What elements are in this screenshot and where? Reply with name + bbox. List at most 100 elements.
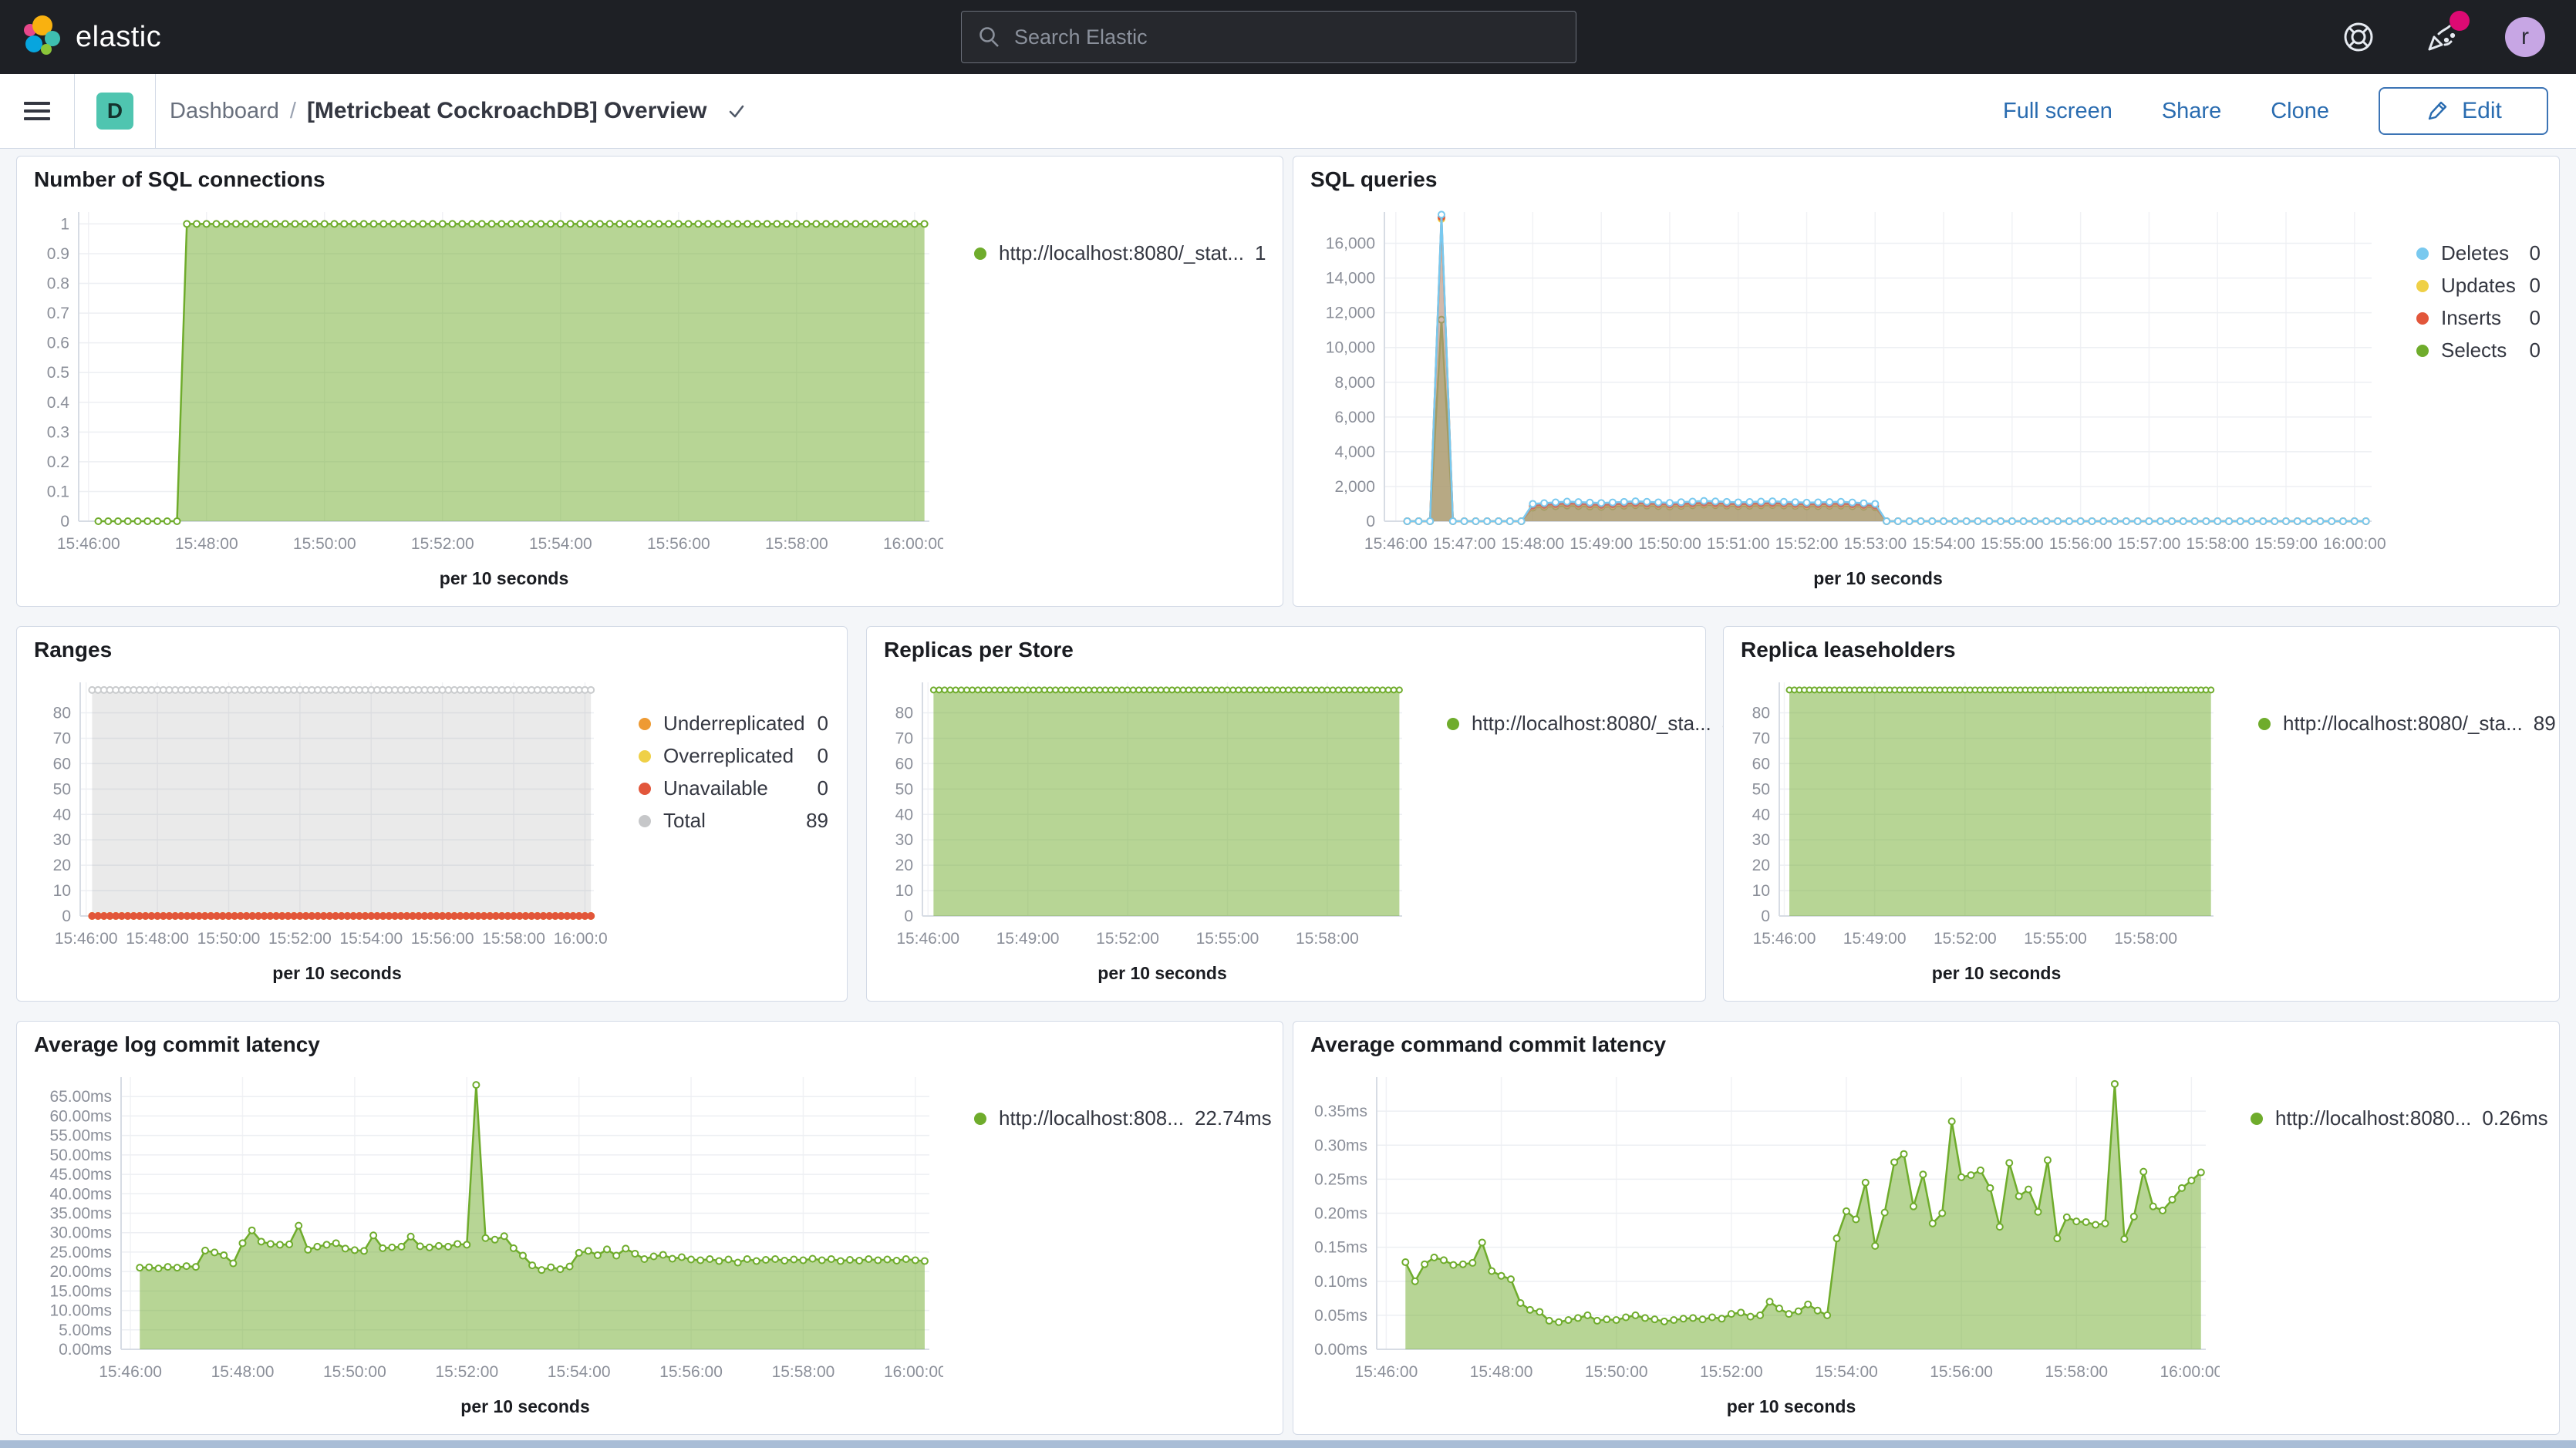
clone-button[interactable]: Clone bbox=[2271, 99, 2329, 124]
svg-text:15:56:00: 15:56:00 bbox=[2049, 535, 2112, 553]
svg-text:30.00ms: 30.00ms bbox=[49, 1224, 112, 1242]
legend-value: 0 bbox=[2530, 306, 2541, 330]
legend-value: 1 bbox=[1255, 241, 1266, 265]
svg-text:15:58:00: 15:58:00 bbox=[1296, 930, 1359, 948]
svg-text:10: 10 bbox=[53, 882, 71, 900]
svg-text:0.35ms: 0.35ms bbox=[1314, 1103, 1367, 1120]
svg-text:15:52:00: 15:52:00 bbox=[1775, 535, 1839, 553]
elastic-logo[interactable]: elastic bbox=[0, 13, 344, 62]
svg-text:15:50:00: 15:50:00 bbox=[1585, 1363, 1648, 1381]
legend-value: 0 bbox=[2530, 338, 2541, 362]
legend-value: 0 bbox=[818, 744, 828, 768]
svg-text:16:00:00: 16:00:00 bbox=[884, 1363, 943, 1381]
svg-text:15:57:00: 15:57:00 bbox=[2118, 535, 2181, 553]
svg-text:per 10 seconds: per 10 seconds bbox=[272, 963, 401, 983]
svg-text:0: 0 bbox=[1761, 908, 1770, 925]
svg-text:15:48:00: 15:48:00 bbox=[175, 535, 238, 553]
replicas-per-store-chart[interactable]: 8070605040302010015:46:0015:49:0015:52:0… bbox=[875, 672, 1416, 993]
horizontal-scrollbar[interactable] bbox=[0, 1440, 2576, 1448]
top-header-bar: elastic r bbox=[0, 0, 2576, 74]
svg-text:40: 40 bbox=[1752, 806, 1770, 823]
legend-value: 0 bbox=[818, 776, 828, 800]
svg-text:40.00ms: 40.00ms bbox=[49, 1185, 112, 1203]
svg-text:10: 10 bbox=[895, 882, 913, 900]
legend-dot bbox=[2416, 248, 2429, 260]
svg-text:16:00:00: 16:00:00 bbox=[2160, 1363, 2220, 1381]
svg-text:per 10 seconds: per 10 seconds bbox=[1932, 963, 2061, 983]
svg-text:15:49:00: 15:49:00 bbox=[1570, 535, 1633, 553]
svg-text:0.25ms: 0.25ms bbox=[1314, 1170, 1367, 1188]
panel-title: Ranges bbox=[34, 638, 112, 662]
svg-text:15:52:00: 15:52:00 bbox=[1096, 930, 1159, 948]
svg-text:5.00ms: 5.00ms bbox=[59, 1322, 112, 1339]
breadcrumb-dashboard[interactable]: Dashboard bbox=[170, 99, 279, 124]
avg-command-commit-latency-chart[interactable]: 0.35ms0.30ms0.25ms0.20ms0.15ms0.10ms0.05… bbox=[1301, 1066, 2220, 1426]
edit-button[interactable]: Edit bbox=[2379, 87, 2548, 135]
svg-text:0.5: 0.5 bbox=[47, 364, 69, 382]
ranges-chart[interactable]: 8070605040302010015:46:0015:48:0015:50:0… bbox=[25, 672, 608, 993]
panel-sql-queries: SQL queries 16,00014,00012,00010,0008,00… bbox=[1293, 156, 2560, 607]
svg-text:30: 30 bbox=[53, 831, 71, 849]
legend-item: Updates0 bbox=[2416, 274, 2541, 298]
help-icon[interactable] bbox=[2338, 17, 2379, 57]
svg-text:15:58:00: 15:58:00 bbox=[2045, 1363, 2108, 1381]
svg-text:15:54:00: 15:54:00 bbox=[1815, 1363, 1878, 1381]
legend-label: Underreplicated bbox=[663, 712, 805, 736]
legend-dot bbox=[1447, 718, 1459, 730]
search-input[interactable] bbox=[1013, 25, 1576, 50]
chart-legend: http://localhost:8080...0.26ms bbox=[2220, 1079, 2551, 1414]
svg-text:0.6: 0.6 bbox=[47, 335, 69, 352]
sql-queries-chart[interactable]: 16,00014,00012,00010,0008,0006,0004,0002… bbox=[1301, 201, 2385, 598]
legend-value: 89 bbox=[2534, 712, 2556, 736]
chart-legend: Underreplicated0Overreplicated0Unavailab… bbox=[608, 684, 839, 981]
panel-avg-log-commit-latency: Average log commit latency 65.00ms60.00m… bbox=[16, 1021, 1283, 1435]
legend-label: Inserts bbox=[2441, 306, 2501, 330]
svg-text:80: 80 bbox=[53, 705, 71, 722]
legend-value: 0 bbox=[2530, 274, 2541, 298]
svg-text:per 10 seconds: per 10 seconds bbox=[1097, 963, 1226, 983]
svg-text:15:48:00: 15:48:00 bbox=[1470, 1363, 1533, 1381]
svg-text:16:00:00: 16:00:00 bbox=[554, 930, 608, 948]
legend-label: Selects bbox=[2441, 338, 2507, 362]
svg-text:15:48:00: 15:48:00 bbox=[1501, 535, 1564, 553]
svg-text:10,000: 10,000 bbox=[1326, 339, 1375, 357]
svg-text:0.7: 0.7 bbox=[47, 305, 69, 322]
news-icon[interactable] bbox=[2422, 17, 2462, 57]
svg-text:0: 0 bbox=[1366, 513, 1375, 530]
svg-text:15:48:00: 15:48:00 bbox=[126, 930, 189, 948]
svg-text:30: 30 bbox=[895, 831, 913, 849]
svg-text:25.00ms: 25.00ms bbox=[49, 1244, 112, 1261]
space-badge[interactable]: D bbox=[96, 93, 133, 130]
legend-label: Total bbox=[663, 809, 706, 833]
menu-icon[interactable] bbox=[0, 74, 74, 148]
svg-text:15:51:00: 15:51:00 bbox=[1707, 535, 1770, 553]
svg-text:16,000: 16,000 bbox=[1326, 235, 1375, 253]
svg-text:50.00ms: 50.00ms bbox=[49, 1147, 112, 1164]
legend-dot bbox=[2258, 718, 2271, 730]
legend-value: 89 bbox=[806, 809, 828, 833]
svg-text:50: 50 bbox=[53, 780, 71, 798]
legend-dot bbox=[2416, 280, 2429, 292]
legend-dot bbox=[974, 248, 986, 260]
svg-text:15:46:00: 15:46:00 bbox=[1364, 535, 1428, 553]
svg-text:50: 50 bbox=[1752, 780, 1770, 798]
edit-button-label: Edit bbox=[2462, 98, 2502, 124]
svg-text:0.8: 0.8 bbox=[47, 275, 69, 293]
svg-text:50: 50 bbox=[895, 780, 913, 798]
svg-text:15:58:00: 15:58:00 bbox=[2186, 535, 2249, 553]
pencil-icon bbox=[2425, 99, 2450, 123]
global-search[interactable] bbox=[961, 11, 1576, 63]
replica-leaseholders-chart[interactable]: 8070605040302010015:46:0015:49:0015:52:0… bbox=[1731, 672, 2227, 993]
panel-title: Number of SQL connections bbox=[34, 167, 325, 192]
avatar-letter: r bbox=[2521, 24, 2529, 50]
svg-text:15:55:00: 15:55:00 bbox=[1981, 535, 2044, 553]
panel-title: Replicas per Store bbox=[884, 638, 1074, 662]
legend-dot bbox=[639, 750, 651, 763]
user-avatar[interactable]: r bbox=[2505, 17, 2545, 57]
svg-text:15:50:00: 15:50:00 bbox=[293, 535, 356, 553]
avg-log-commit-latency-chart[interactable]: 65.00ms60.00ms55.00ms50.00ms45.00ms40.00… bbox=[25, 1066, 943, 1426]
legend-dot bbox=[639, 815, 651, 827]
sql-connections-chart[interactable]: 10.90.80.70.60.50.40.30.20.1015:46:0015:… bbox=[25, 201, 943, 598]
share-button[interactable]: Share bbox=[2162, 99, 2221, 124]
full-screen-button[interactable]: Full screen bbox=[2003, 99, 2112, 124]
